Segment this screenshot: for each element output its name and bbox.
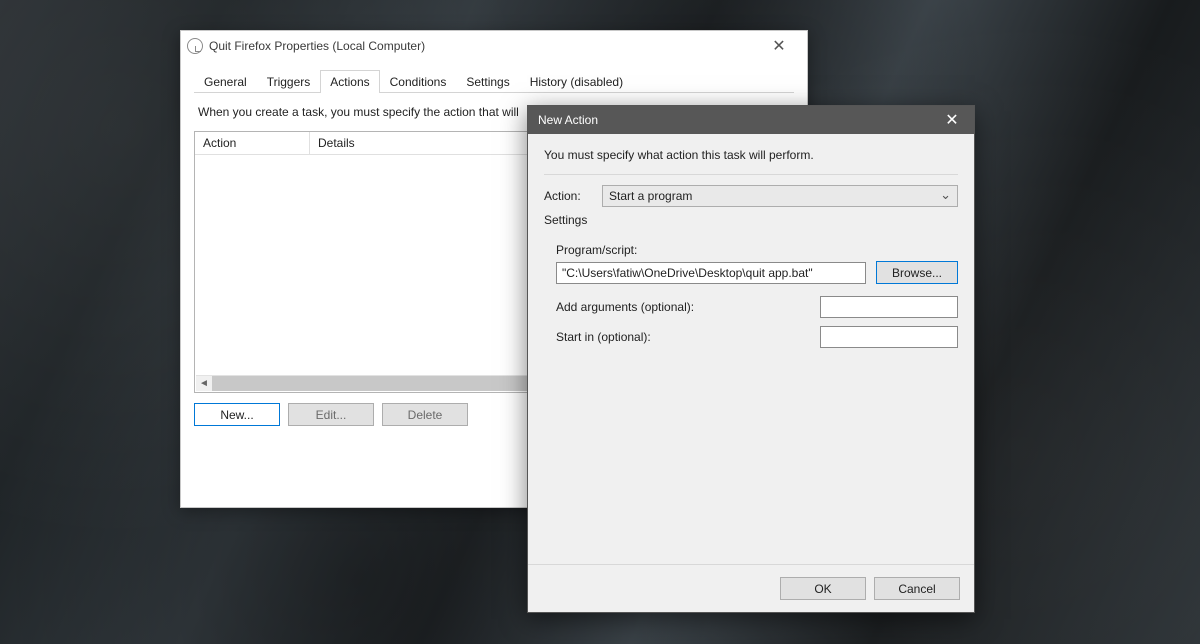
start-in-input[interactable] xyxy=(820,326,958,348)
tab-history[interactable]: History (disabled) xyxy=(520,70,633,93)
new-action-body: You must specify what action this task w… xyxy=(528,134,974,366)
cancel-button[interactable]: Cancel xyxy=(874,577,960,600)
ok-button[interactable]: OK xyxy=(780,577,866,600)
properties-title: Quit Firefox Properties (Local Computer) xyxy=(209,39,425,53)
close-icon[interactable]: ✕ xyxy=(757,31,801,61)
tab-general[interactable]: General xyxy=(194,70,257,93)
new-action-title: New Action xyxy=(538,113,598,127)
new-action-dialog: New Action ✕ You must specify what actio… xyxy=(527,105,975,613)
action-select-row: Action: Start a program xyxy=(544,185,958,207)
column-header-action[interactable]: Action xyxy=(195,132,310,154)
action-label: Action: xyxy=(544,189,602,203)
program-script-input[interactable]: "C:\Users\fatiw\OneDrive\Desktop\quit ap… xyxy=(556,262,866,284)
arguments-row: Add arguments (optional): xyxy=(556,296,958,318)
program-script-label: Program/script: xyxy=(556,243,958,257)
start-in-label: Start in (optional): xyxy=(556,330,820,344)
action-select-value: Start a program xyxy=(609,189,692,203)
edit-button[interactable]: Edit... xyxy=(288,403,374,426)
new-action-titlebar[interactable]: New Action ✕ xyxy=(528,106,974,134)
action-select[interactable]: Start a program xyxy=(602,185,958,207)
tab-settings[interactable]: Settings xyxy=(456,70,519,93)
arguments-label: Add arguments (optional): xyxy=(556,300,820,314)
scroll-left-icon[interactable]: ◄ xyxy=(196,376,212,392)
new-action-footer: OK Cancel xyxy=(528,564,974,612)
scroll-thumb[interactable] xyxy=(212,376,550,391)
settings-section: Program/script: "C:\Users\fatiw\OneDrive… xyxy=(544,233,958,348)
close-icon[interactable]: ✕ xyxy=(930,106,974,134)
task-scheduler-icon xyxy=(187,38,203,54)
tab-actions[interactable]: Actions xyxy=(320,70,379,93)
tab-conditions[interactable]: Conditions xyxy=(380,70,457,93)
properties-tabstrip: General Triggers Actions Conditions Sett… xyxy=(194,69,794,93)
program-script-row: "C:\Users\fatiw\OneDrive\Desktop\quit ap… xyxy=(556,261,958,284)
new-button[interactable]: New... xyxy=(194,403,280,426)
settings-section-label: Settings xyxy=(544,213,958,227)
delete-button[interactable]: Delete xyxy=(382,403,468,426)
arguments-input[interactable] xyxy=(820,296,958,318)
properties-titlebar[interactable]: Quit Firefox Properties (Local Computer)… xyxy=(181,31,807,61)
browse-button[interactable]: Browse... xyxy=(876,261,958,284)
start-in-row: Start in (optional): xyxy=(556,326,958,348)
tab-triggers[interactable]: Triggers xyxy=(257,70,321,93)
new-action-instruction: You must specify what action this task w… xyxy=(544,148,958,175)
